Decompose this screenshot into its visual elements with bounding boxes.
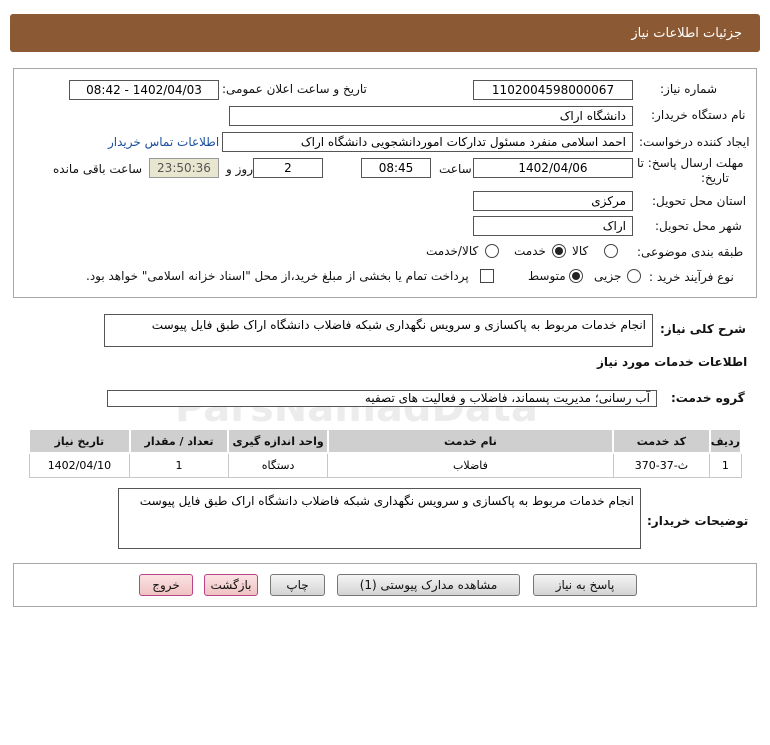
description-label: شرح کلی نیاز: [660, 322, 746, 336]
table-row: 1 ث-37-370 فاضلاب دستگاه 1 1402/04/10 [28, 452, 742, 478]
remaining-label: ساعت باقی مانده [53, 162, 143, 176]
process-option-minor: جزیی [594, 269, 622, 283]
col-quantity: تعداد / مقدار [128, 428, 230, 454]
services-table-header: ردیف کد خدمت نام خدمت واحد اندازه گیری ت… [28, 428, 743, 454]
cell-need-date: 1402/04/10 [28, 452, 131, 478]
service-group-field: آب رسانی؛ مدیریت پسماند، فاضلاب و فعالیت… [107, 390, 657, 407]
category-label: طبقه بندی موضوعی: [637, 245, 744, 259]
city-field: اراک [473, 216, 633, 236]
need-number-label: شماره نیاز: [660, 82, 717, 96]
back-button[interactable]: بازگشت [204, 574, 258, 596]
announce-field: 1402/04/03 - 08:42 [69, 80, 219, 100]
days-label: روز و [226, 162, 253, 176]
deadline-time-label: ساعت [439, 162, 472, 176]
buyer-org-label: نام دستگاه خریدار: [651, 108, 746, 122]
col-service-code: کد خدمت [612, 428, 711, 454]
province-field: مرکزی [473, 191, 633, 211]
print-button[interactable]: چاپ [270, 574, 325, 596]
category-option-both: کالا/خدمت [426, 244, 479, 258]
days-field: 2 [253, 158, 323, 178]
payment-checkbox[interactable] [480, 269, 494, 283]
creator-field: احمد اسلامی منفرد مسئول تدارکات اموردانش… [222, 132, 633, 152]
category-radio-goods[interactable] [604, 244, 618, 258]
category-option-service: خدمت [514, 244, 546, 258]
need-number-field: 1102004598000067 [473, 80, 633, 100]
payment-note: پرداخت تمام یا بخشی از مبلغ خرید،از محل … [86, 269, 469, 283]
process-label: نوع فرآیند خرید : [649, 270, 734, 284]
service-group-label: گروه خدمت: [671, 391, 745, 405]
cell-service-name: فاضلاب [327, 452, 614, 478]
remaining-time-field: 23:50:36 [149, 158, 219, 178]
col-service-name: نام خدمت [326, 428, 615, 454]
announce-label: تاریخ و ساعت اعلان عمومی: [222, 82, 367, 96]
col-row-number: ردیف [708, 428, 743, 454]
cell-quantity: 1 [129, 452, 229, 478]
col-need-date: تاریخ نیاز [28, 428, 131, 454]
need-info-panel [13, 68, 757, 298]
exit-button[interactable]: خروج [139, 574, 193, 596]
category-option-goods: کالا [572, 244, 589, 258]
deadline-label: مهلت ارسال پاسخ: تا [637, 156, 744, 170]
cell-row-number: 1 [709, 452, 742, 478]
province-label: استان محل تحویل: [652, 194, 747, 208]
services-table: ردیف کد خدمت نام خدمت واحد اندازه گیری ت… [28, 428, 743, 478]
buyer-org-field: دانشگاه اراک [229, 106, 633, 126]
process-radio-minor[interactable] [627, 269, 641, 283]
process-option-medium: متوسط [528, 269, 566, 283]
col-unit: واحد اندازه گیری [227, 428, 329, 454]
deadline-label-date: تاریخ: [701, 171, 729, 185]
buyer-notes-label: توضیحات خریدار: [647, 514, 749, 528]
reply-button[interactable]: پاسخ به نیاز [533, 574, 637, 596]
process-radio-medium[interactable] [569, 269, 583, 283]
page-title: جزئیات اطلاعات نیاز [631, 25, 742, 41]
cell-service-code: ث-37-370 [612, 452, 711, 478]
creator-label: ایجاد کننده درخواست: [639, 135, 750, 149]
cell-unit: دستگاه [227, 452, 329, 478]
category-radio-service[interactable] [552, 244, 566, 258]
services-section-title: اطلاعات خدمات مورد نیاز [597, 355, 748, 369]
page-title-bar: جزئیات اطلاعات نیاز [10, 14, 760, 52]
buyer-contact-link[interactable]: اطلاعات تماس خریدار [108, 135, 219, 149]
city-label: شهر محل تحویل: [655, 219, 742, 233]
buyer-notes-field: انجام خدمات مربوط به پاکسازی و سرویس نگه… [118, 488, 641, 549]
deadline-time-field: 08:45 [361, 158, 431, 178]
deadline-date-field: 1402/04/06 [473, 158, 633, 178]
attachments-button[interactable]: مشاهده مدارک پیوستی (1) [337, 574, 520, 596]
description-field: انجام خدمات مربوط به پاکسازی و سرویس نگه… [104, 314, 653, 347]
category-radio-both[interactable] [485, 244, 499, 258]
